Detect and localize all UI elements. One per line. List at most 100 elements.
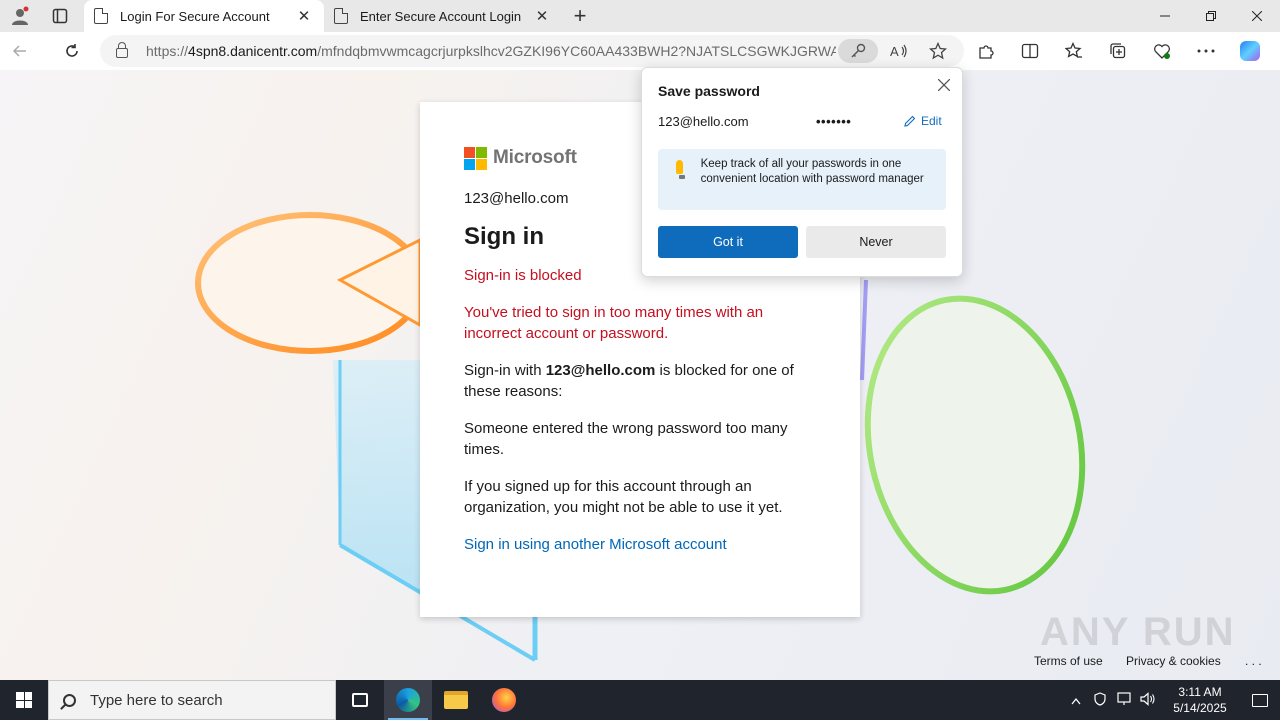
chevron-up-icon [1071,697,1081,704]
extensions-button[interactable] [964,32,1008,70]
reason-organization: If you signed up for this account throug… [464,478,783,516]
clock[interactable]: 3:11 AM 5/14/2025 [1160,684,1240,716]
pencil-icon [904,115,916,127]
puzzle-icon [979,45,994,59]
reason-intro: Sign-in with 123@hello.com is blocked fo… [464,360,816,402]
new-tab-button[interactable]: + [562,0,598,32]
edge-icon [396,688,420,712]
got-it-button[interactable]: Got it [658,226,798,258]
blocked-message: You've tried to sign in too many times w… [464,304,764,342]
start-button[interactable] [0,680,48,720]
dialog-title: Save password [658,83,760,99]
url-path: /mfndqbmvwmcagcrjurpkslhcv2GZKI96YC60AA4… [317,43,836,59]
show-hidden-icons-button[interactable] [1064,693,1088,708]
profile-icon [12,6,29,25]
never-button[interactable]: Never [806,226,946,258]
tab-close-icon[interactable]: ✕ [532,7,552,25]
refresh-button[interactable] [52,32,92,70]
terms-of-use-link[interactable]: Terms of use [1034,654,1103,668]
search-icon [63,693,76,707]
clock-time: 3:11 AM [1178,685,1222,699]
edit-credential-button[interactable]: Edit [904,114,942,128]
security-tray-button[interactable] [1088,691,1112,709]
edit-label: Edit [921,114,942,128]
password-key-button[interactable] [838,39,878,63]
back-button[interactable] [0,32,40,70]
copilot-button[interactable] [1228,32,1272,70]
browser-essentials-button[interactable] [1140,32,1184,70]
page-icon [334,8,348,24]
save-password-dialog: Save password 123@hello.com ••••••• Edit… [641,67,963,277]
url-scheme: https:// [146,43,189,59]
close-dialog-icon [937,78,951,92]
saved-password-mask: ••••••• [816,113,852,129]
tab-close-icon[interactable]: ✕ [294,7,314,25]
taskbar: Type here to search 3:11 AM 5/14/2025 [0,680,1280,720]
lightbulb-icon [676,160,685,179]
microsoft-logo-icon [464,146,487,170]
password-manager-tip: Keep track of all your passwords in one … [658,149,946,210]
collections-button[interactable] [1096,32,1140,70]
tab-login-secure-account[interactable]: Login For Secure Account ✕ [84,0,324,32]
url-host: 4spn8.danicentr.com [188,43,318,59]
task-view-button[interactable] [336,680,384,720]
footer-more-button[interactable]: . . . [1245,654,1262,668]
task-view-icon [352,693,368,707]
restore-button[interactable] [1188,0,1234,32]
other-account-link[interactable]: Sign in using another Microsoft account [464,534,816,555]
tab-enter-secure-login[interactable]: Enter Secure Account Login ✕ [324,0,562,32]
collections-icon [1110,43,1126,59]
url-text[interactable]: https://4spn8.danicentr.com/mfndqbmvwmca… [146,43,836,59]
search-placeholder: Type here to search [90,691,223,709]
folder-icon [444,691,468,709]
minimize-button[interactable] [1142,0,1188,32]
reason-wrong-password: Someone entered the wrong password too m… [464,420,788,458]
tab-title: Enter Secure Account Login [360,8,522,24]
anyrun-watermark: ANY RUN [1040,610,1236,654]
taskbar-search[interactable]: Type here to search [48,680,336,720]
firefox-icon [492,688,516,712]
tab-title: Login For Secure Account [120,8,270,24]
notification-icon [1252,693,1268,707]
svg-text:A: A [890,44,899,59]
tab-actions-button[interactable] [40,0,80,32]
page-icon [94,8,108,24]
windows-logo-icon [16,692,32,708]
credential-row: 123@hello.com ••••••• Edit [658,113,946,129]
favorite-star-button[interactable] [924,39,952,63]
more-dots-icon [1197,49,1215,53]
tip-text: Keep track of all your passwords in one … [700,158,924,185]
close-icon[interactable] [937,74,951,97]
refresh-icon [66,44,78,57]
favorites-button[interactable] [1052,32,1096,70]
profile-button[interactable] [0,0,40,32]
page-viewport: Microsoft 123@hello.com Sign in Sign-in … [0,70,1280,680]
address-bar[interactable]: https://4spn8.danicentr.com/mfndqbmvwmca… [100,35,964,67]
split-screen-icon [1021,43,1039,59]
taskbar-firefox[interactable] [480,680,528,720]
system-tray: 3:11 AM 5/14/2025 [1064,680,1280,720]
heart-pulse-icon [1154,44,1170,59]
lock-icon[interactable] [116,42,128,58]
key-icon [851,43,866,58]
network-tray-button[interactable] [1112,691,1136,709]
favorites-icon [1065,42,1082,58]
volume-tray-button[interactable] [1136,691,1160,709]
split-screen-button[interactable] [1008,32,1052,70]
shield-icon [1094,691,1106,706]
taskbar-edge[interactable] [384,680,432,720]
privacy-cookies-link[interactable]: Privacy & cookies [1126,654,1221,668]
tab-strip: Login For Secure Account ✕ Enter Secure … [0,0,1280,32]
close-window-button[interactable] [1234,0,1280,32]
window-controls [1142,0,1280,32]
reason-intro-email: 123@hello.com [545,362,656,379]
taskbar-file-explorer[interactable] [432,680,480,720]
settings-more-button[interactable] [1184,32,1228,70]
minimize-icon [1160,15,1170,17]
restore-icon [1206,11,1216,21]
brand-name: Microsoft [493,147,577,168]
notifications-button[interactable] [1240,680,1280,720]
read-aloud-button[interactable]: A [885,39,913,63]
dialog-buttons: Got it Never [658,226,946,258]
speaker-icon [1140,691,1155,706]
